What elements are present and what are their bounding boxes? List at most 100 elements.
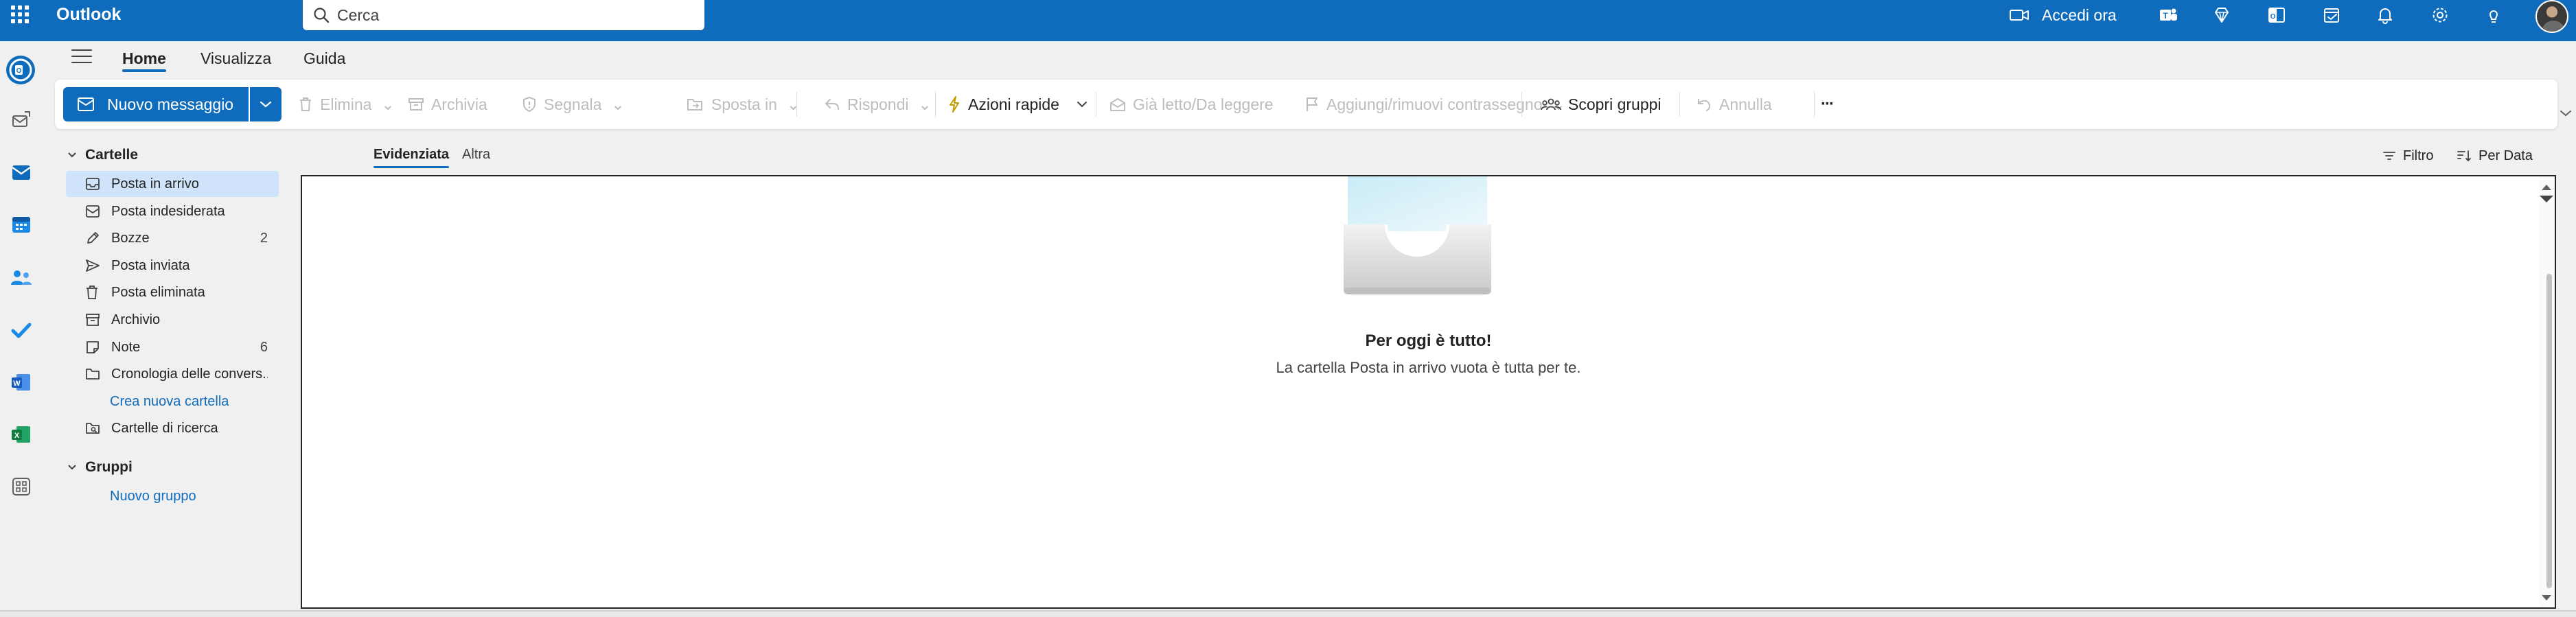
groups-icon [1541, 98, 1561, 110]
tab-home[interactable]: Home [122, 47, 166, 72]
ribbon-divider [935, 92, 936, 117]
folder-conversation-history[interactable]: Cronologia delle convers... [66, 361, 279, 387]
scrollbar-thumb[interactable] [2546, 274, 2552, 588]
chevron-down-icon: ⌄ [381, 95, 395, 113]
mail-icon [78, 97, 94, 111]
tab-view[interactable]: Visualizza [200, 47, 271, 70]
folder-deleted[interactable]: Posta eliminata [66, 279, 279, 305]
delete-button[interactable]: Elimina ⌄ [298, 92, 395, 117]
trash-icon [85, 285, 103, 300]
new-message-button[interactable]: Nuovo messaggio [63, 87, 249, 121]
folder-label: Note [111, 339, 141, 355]
tab-focused[interactable]: Evidenziata [373, 147, 450, 168]
archive-button[interactable]: Archivia [408, 92, 487, 117]
navigation-menu-icon[interactable] [71, 49, 92, 66]
excel-icon[interactable]: X [8, 421, 34, 447]
sort-button[interactable]: Per Data [2457, 145, 2533, 166]
new-group-link[interactable]: Nuovo gruppo [110, 489, 196, 504]
folder-sent[interactable]: Posta inviata [66, 253, 279, 279]
chevron-down-icon: ⌄ [786, 95, 801, 113]
top-bar: Outlook Accedi ora T O [0, 0, 2576, 41]
folder-search-folders[interactable]: Cartelle di ricerca [66, 415, 279, 441]
trash-icon [300, 97, 311, 111]
scroll-down-icon[interactable] [2542, 595, 2551, 601]
office-app-icon[interactable]: O [2264, 3, 2289, 27]
svg-text:O: O [16, 67, 22, 75]
filter-button[interactable]: Filtro [2382, 145, 2433, 166]
quick-steps-button[interactable]: Azioni rapide [947, 92, 1059, 117]
tab-help[interactable]: Guida [303, 47, 345, 70]
ribbon-expand-icon[interactable] [2560, 108, 2572, 121]
folder-inbox[interactable]: Posta in arrivo [66, 171, 279, 197]
message-list-pane: Per oggi è tutto! La cartella Posta in a… [301, 175, 2556, 609]
discover-groups-label: Scopri gruppi [1568, 95, 1661, 113]
svg-text:W: W [13, 380, 21, 388]
folder-drafts[interactable]: Bozze 2 [66, 225, 279, 251]
flag-icon [1307, 97, 1318, 111]
app-launcher-icon[interactable] [10, 4, 30, 25]
folder-move-icon [687, 99, 702, 110]
folder-notes[interactable]: Note 6 [66, 334, 279, 360]
folder-junk[interactable]: Posta indesiderata [66, 198, 279, 224]
settings-gear-icon[interactable] [2428, 3, 2452, 27]
mail-icon[interactable] [8, 159, 34, 185]
chevron-down-icon [1077, 102, 1087, 108]
undo-button[interactable]: Annulla [1696, 92, 1772, 117]
premium-diamond-icon[interactable] [2209, 3, 2234, 27]
move-to-label: Sposta in [711, 95, 777, 113]
move-to-button[interactable]: Sposta in ⌄ [687, 92, 800, 117]
delete-label: Elimina [320, 95, 372, 113]
tips-lightbulb-icon[interactable] [2481, 3, 2506, 27]
empty-state-title: Per oggi è tutto! [1365, 331, 1492, 350]
ribbon-divider [1679, 92, 1680, 117]
scroll-up-icon[interactable] [2542, 185, 2551, 190]
word-icon[interactable]: W [8, 369, 34, 395]
user-avatar[interactable] [2535, 0, 2568, 33]
ribbon-divider [796, 92, 797, 117]
signin-button[interactable]: Accedi ora [2009, 1, 2117, 29]
outlook-app-icon[interactable]: O [4, 54, 37, 86]
search-input[interactable] [337, 4, 680, 26]
more-options-button[interactable]: ··· [1821, 92, 1835, 117]
calendar-icon[interactable] [8, 211, 34, 237]
undo-label: Annulla [1719, 95, 1772, 113]
read-unread-button[interactable]: Già letto/Da leggere [1109, 92, 1274, 117]
folders-header[interactable]: Cartelle [67, 145, 138, 165]
mail-compose-icon[interactable] [8, 107, 34, 133]
bottom-edge [0, 610, 2576, 617]
groups-header-label: Gruppi [85, 459, 133, 475]
folder-label: Posta inviata [111, 257, 190, 273]
flag-label: Aggiungi/rimuovi contrassegno [1326, 95, 1543, 113]
empty-inbox-illustration-icon [1344, 176, 1491, 294]
ribbon-divider [1521, 92, 1522, 117]
report-button[interactable]: Segnala ⌄ [522, 92, 625, 117]
todo-check-icon[interactable] [8, 317, 34, 343]
tab-other[interactable]: Altra [462, 147, 490, 163]
report-label: Segnala [544, 95, 602, 113]
folder-label: Cronologia delle convers... [111, 366, 268, 382]
people-icon[interactable] [8, 265, 34, 291]
flag-button[interactable]: Aggiungi/rimuovi contrassegno ⌄ [1304, 92, 1565, 117]
archive-icon [85, 313, 103, 327]
notifications-bell-icon[interactable] [2373, 3, 2397, 27]
pencil-icon [85, 231, 103, 246]
reply-button[interactable]: Rispondi ⌄ [824, 92, 932, 117]
folder-label: Cartelle di ricerca [111, 420, 218, 436]
discover-groups-button[interactable]: Scopri gruppi [1541, 92, 1661, 117]
search-box[interactable] [303, 0, 704, 30]
create-folder-link[interactable]: Crea nuova cartella [110, 394, 229, 410]
new-message-dropdown[interactable] [250, 87, 281, 121]
quick-steps-dropdown[interactable] [1077, 92, 1088, 117]
chevron-down-icon: ⌄ [918, 95, 932, 113]
vertical-scrollbar[interactable] [2540, 176, 2555, 607]
my-day-icon[interactable] [2319, 3, 2344, 27]
quick-steps-label: Azioni rapide [968, 95, 1059, 113]
app-name[interactable]: Outlook [56, 3, 121, 25]
groups-header[interactable]: Gruppi [67, 457, 133, 478]
read-unread-label: Già letto/Da leggere [1133, 95, 1274, 113]
signin-label: Accedi ora [2042, 5, 2117, 24]
folder-archive[interactable]: Archivio [66, 307, 279, 333]
teams-icon[interactable]: T [2156, 3, 2181, 27]
svg-text:X: X [14, 432, 20, 440]
more-apps-icon[interactable] [8, 474, 34, 500]
